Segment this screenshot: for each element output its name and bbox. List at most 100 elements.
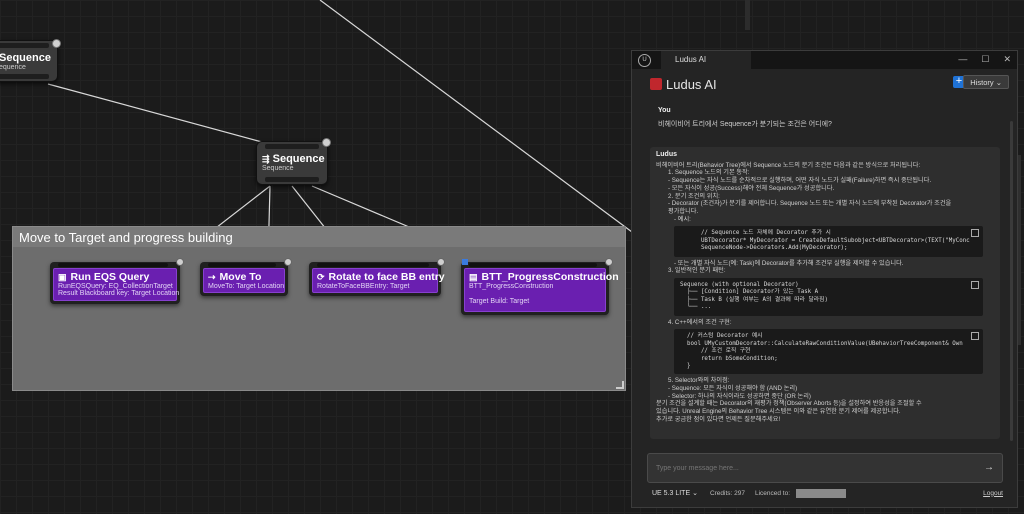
node-index-badge (605, 258, 613, 266)
reply-line: 4. C++에서의 조건 구현: (668, 318, 732, 326)
close-icon[interactable]: ✕ (1003, 54, 1011, 65)
licence-text: Licenced to: (754, 489, 791, 497)
task-title: ▣ Run EQS Query (58, 271, 172, 283)
code-line: UBTDecorator* MyDecorator = CreateDefaul… (680, 237, 970, 244)
ludus-logo-icon (650, 78, 662, 90)
user-message: You 비헤이비어 트리에서 Sequence가 분기되는 조건은 어디에? (658, 107, 832, 129)
chat-scrollbar[interactable] (1010, 121, 1013, 441)
reply-line: - Decorator (조건자)가 분기를 제어합니다. Sequence 노… (668, 200, 952, 208)
task-detail: BTT_ProgressConstruction (469, 283, 554, 290)
task-input-pin[interactable] (208, 263, 276, 267)
node-index-badge (176, 258, 184, 266)
history-button[interactable]: History ⌄ (963, 75, 1009, 89)
logout-link[interactable]: Logout (983, 490, 1003, 497)
task-input-pin[interactable] (469, 263, 597, 267)
code-line: // 조건 로직 구현 (680, 348, 751, 355)
reply-line: 3. 일반적인 분기 패턴: (668, 267, 726, 275)
reply-line: - Sequence: 모든 자식이 성공해야 함 (AND 논리) (668, 385, 798, 393)
task-input-pin[interactable] (58, 263, 168, 267)
ludus-logo: Ludus AI (650, 77, 717, 92)
task-title-text: BTT_ProgressConstruction (481, 271, 619, 283)
panel-header: Ludus AI + History ⌄ (632, 73, 1017, 95)
task-icon: ▤ (469, 271, 478, 282)
assistant-label: Ludus (656, 151, 677, 158)
minimize-icon[interactable]: — (958, 54, 967, 65)
task-title: ⇢ Move To (208, 271, 280, 283)
node-index-badge (437, 258, 445, 266)
logo-text: Ludus AI (666, 76, 717, 92)
task-detail: RunEQSQuery: EQ_CollectionTarget (58, 283, 173, 290)
code-block: // Sequence 노드 자체에 Decorator 추가 시 UBTDec… (674, 226, 983, 257)
reply-line: 1. Sequence 노드의 기본 동작: (668, 169, 750, 177)
move-to-icon: ⇢ (208, 271, 216, 282)
rotate-icon: ⟳ (317, 271, 325, 282)
background-scrollbar[interactable] (745, 0, 750, 30)
node-input-pin[interactable] (0, 43, 49, 48)
copy-icon[interactable] (971, 229, 979, 238)
code-line: } (680, 362, 691, 369)
reply-line: 분기 조건을 설계할 때는 Decorator의 재평가 정책(Observer… (656, 400, 922, 408)
task-title-text: Run EQS Query (70, 271, 150, 283)
reply-line: - Sequence는 자식 노드를 순차적으로 실행하며, 어떤 자식 노드가… (668, 177, 932, 185)
task-title-text: Rotate to face BB entry (328, 271, 445, 283)
code-line: └── ... (680, 304, 712, 311)
comment-title[interactable]: Move to Target and progress building (13, 227, 625, 247)
task-progress-construction[interactable]: ▤ BTT_ProgressConstruction BTT_ProgressC… (461, 258, 619, 315)
code-line: bool UMyCustomDecorator::CalculateRawCon… (680, 340, 963, 347)
send-icon[interactable]: → (984, 462, 994, 473)
code-line: // Sequence 노드 자체에 Decorator 추가 시 (680, 230, 831, 237)
node-title-text: Sequence (272, 153, 325, 165)
root-sequence-node[interactable]: Sequence equence (0, 39, 61, 82)
task-detail: MoveTo: Target Location (208, 283, 285, 290)
code-line: ├── Task B (실행 여부는 A의 결과에 따라 달라짐) (680, 296, 828, 303)
node-subtitle: Sequence (262, 165, 294, 172)
sequence-node[interactable]: ⇶ Sequence Sequence (256, 138, 331, 185)
message-input[interactable] (648, 454, 968, 482)
task-title-text: Move To (219, 271, 262, 283)
assistant-reply: Ludus 비헤이비어 트리(Behavior Tree)에서 Sequence… (650, 147, 1000, 439)
node-title: Sequence (0, 52, 51, 64)
node-title: ⇶ Sequence (262, 153, 325, 165)
node-input-pin[interactable] (265, 144, 319, 149)
task-rotate-to-face[interactable]: ⟳ Rotate to face BB entry RotateToFaceBB… (309, 258, 445, 296)
user-message-text: 비헤이비어 트리에서 Sequence가 분기되는 조건은 어디에? (658, 121, 832, 128)
node-output-pin[interactable] (0, 74, 49, 79)
code-block: // 커스텀 Decorator 예시 bool UMyCustomDecora… (674, 329, 983, 375)
window-tab[interactable]: Ludus AI (661, 51, 751, 69)
maximize-icon[interactable]: ☐ (981, 54, 989, 65)
reply-line: - 모든 자식이 성공(Success)해야 전체 Sequence가 성공합니… (668, 184, 835, 192)
version-dropdown[interactable]: UE 5.3 LITE ⌄ (652, 489, 698, 497)
reply-line: - 예시: (674, 215, 691, 223)
node-output-pin[interactable] (265, 177, 319, 182)
task-title: ▤ BTT_ProgressConstruction (469, 271, 619, 283)
ludus-ai-panel: U Ludus AI — ☐ ✕ Ludus AI + History ⌄ Yo… (631, 50, 1018, 508)
code-line: SequenceNode->Decorators.Add(MyDecorator… (680, 245, 848, 252)
copy-icon[interactable] (971, 332, 979, 341)
licence-name-redacted (795, 488, 846, 498)
window-titlebar[interactable]: U Ludus AI — ☐ ✕ (632, 51, 1017, 69)
node-index-badge (52, 39, 61, 48)
task-title: ⟳ Rotate to face BB entry (317, 271, 445, 283)
node-index-badge (322, 138, 331, 147)
task-input-pin[interactable] (317, 263, 429, 267)
message-input-box[interactable]: → (647, 453, 1003, 483)
user-label: You (658, 107, 671, 114)
code-block: Sequence (with optional Decorator) ├── [… (674, 277, 983, 316)
credits-label: Credits: 297 (709, 489, 745, 497)
reply-line: 평가합니다. (668, 207, 699, 215)
resize-handle-icon[interactable] (616, 381, 624, 389)
task-detail: Target Build: Target (469, 298, 530, 305)
task-move-to[interactable]: ⇢ Move To MoveTo: Target Location (200, 258, 292, 296)
eqs-icon: ▣ (58, 271, 67, 282)
task-detail: RotateToFaceBBEntry: Target (317, 283, 410, 290)
copy-icon[interactable] (971, 280, 979, 289)
node-index-badge (284, 258, 292, 266)
licence-label: Licenced to: (754, 488, 846, 498)
code-line: // 커스텀 Decorator 예시 (680, 333, 763, 340)
task-run-eqs-query[interactable]: ▣ Run EQS Query RunEQSQuery: EQ_Collecti… (50, 258, 184, 304)
panel-footer: UE 5.3 LITE ⌄ Credits: 297 Licenced to: … (632, 487, 1017, 499)
blueprint-marker-icon (462, 259, 468, 265)
reply-line: 5. Selector와의 차이점: (668, 377, 730, 385)
code-line: ├── [Condition] Decorator가 있는 Task A (680, 289, 819, 296)
unreal-logo-icon: U (638, 53, 651, 67)
